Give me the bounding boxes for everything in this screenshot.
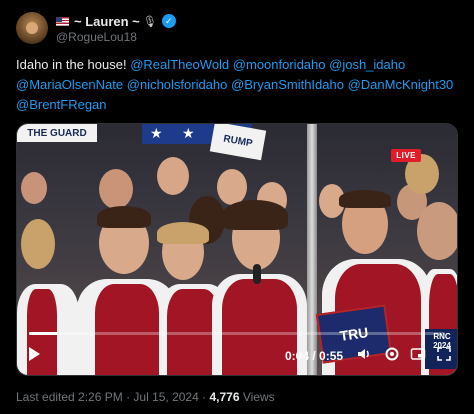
sign-the-guard: THE GUARD [17,124,97,142]
video-progress-fill [29,332,59,335]
edited-timestamp[interactable]: Last edited 2:26 PM · Jul 15, 2024 · [16,390,206,404]
mention-link[interactable]: @RealTheoWold [130,57,229,72]
video-time: 0:04 / 0:55 [285,349,344,363]
avatar[interactable] [16,12,48,44]
microphone [253,264,261,284]
live-badge: LIVE [391,149,421,162]
video-progress-bar[interactable] [29,332,445,335]
mention-link[interactable]: @josh_idaho [329,57,405,72]
video-player[interactable]: THE GUARD ★★★ RUMP [16,123,458,376]
author-name-row[interactable]: ~ Lauren ~ 🎙 ✓ [56,12,176,30]
tweet-text-lead: Idaho in the house! [16,57,127,72]
views-count: 4,776 [209,390,240,404]
mention-link[interactable]: @MariaOlsenNate [16,77,123,92]
video-controls: 0:04 / 0:55 [17,339,457,371]
microphone-icon: 🎙 [142,15,157,28]
fullscreen-icon[interactable] [435,345,453,363]
volume-icon[interactable] [355,345,373,363]
tweet-meta: Last edited 2:26 PM · Jul 15, 2024 · 4,7… [16,390,275,404]
us-flag-icon [56,16,69,26]
mention-link[interactable]: @BryanSmithIdaho [231,77,344,92]
verified-badge-icon: ✓ [161,14,176,28]
settings-gear-icon[interactable] [383,345,401,363]
display-name[interactable]: ~ Lauren ~ [74,14,140,29]
mention-link[interactable]: @DanMcKnight30 [348,77,454,92]
tweet-header: ~ Lauren ~ 🎙 ✓ @RogueLou18 [16,12,456,48]
mention-link[interactable]: @moonforidaho [233,57,326,72]
mention-link[interactable]: @BrentFRegan [16,97,107,112]
handle[interactable]: @RogueLou18 [56,30,137,44]
picture-in-picture-icon[interactable] [409,345,427,363]
play-icon[interactable] [29,347,40,361]
views-label: Views [242,390,275,404]
tweet-text: Idaho in the house! @RealTheoWold @moonf… [16,55,456,115]
mention-link[interactable]: @nicholsforidaho [127,77,228,92]
